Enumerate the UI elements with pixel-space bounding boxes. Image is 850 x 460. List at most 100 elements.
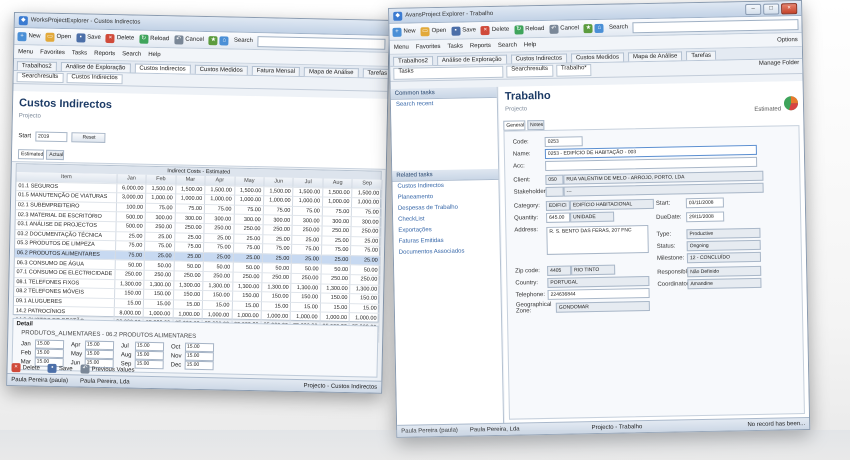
month-value-cell[interactable]: 15.00	[290, 302, 321, 313]
month-value-cell[interactable]: 75.00	[233, 204, 264, 216]
save-button[interactable]: ▪ Save	[451, 26, 476, 36]
responsible-select[interactable]: Não Definido	[687, 265, 762, 278]
tab-mapa[interactable]: Mapa de Análise	[303, 67, 359, 78]
month-value-cell[interactable]: 25.00	[321, 235, 352, 246]
related-task-link[interactable]: Documentos Associados	[394, 246, 500, 259]
month-value-cell[interactable]: 25.00	[291, 254, 322, 265]
month-value-cell[interactable]: 300.00	[263, 215, 293, 226]
country-field[interactable]: PORTUGAL	[547, 275, 650, 288]
save-button[interactable]: ▪ Save	[76, 32, 101, 43]
maximize-button[interactable]: □	[763, 2, 780, 15]
reload-button[interactable]: ↻ Reload	[514, 24, 544, 35]
month-value-cell[interactable]: 15.00	[261, 301, 291, 312]
month-value-cell[interactable]: 250.00	[203, 223, 234, 234]
type-select[interactable]: Productive	[686, 227, 761, 240]
month-value-cell[interactable]: 25.00	[232, 252, 263, 264]
month-value-cell[interactable]: 1,000.00	[261, 311, 291, 322]
month-value-cell[interactable]: 250.00	[350, 274, 380, 285]
month-value-cell[interactable]: 25.00	[203, 252, 234, 263]
tab-custos-medidos[interactable]: Custos Medidos	[194, 64, 248, 75]
month-value-cell[interactable]: 50.00	[232, 262, 263, 273]
reload-button[interactable]: ↻ Reload	[139, 34, 169, 44]
month-value-cell[interactable]: 250.00	[173, 270, 204, 282]
quantity-field[interactable]: 645.00	[546, 212, 571, 223]
month-value-cell[interactable]: 1,000.00	[234, 195, 264, 206]
month-value-cell[interactable]: 1,000.00	[351, 197, 382, 209]
tab-estimated[interactable]: Estimated	[17, 149, 45, 160]
month-value-cell[interactable]: 1,300.00	[143, 279, 174, 291]
month-value-cell[interactable]: 150.00	[349, 293, 380, 304]
month-value-cell[interactable]: 50.00	[321, 264, 351, 275]
month-value-cell[interactable]: 300.00	[174, 213, 205, 224]
month-value-cell[interactable]: 1,500.00	[145, 183, 176, 195]
stakeholder-field[interactable]: ---	[563, 182, 764, 197]
month-value-cell[interactable]: 8,000.00	[113, 307, 144, 319]
month-value-cell[interactable]: 250.00	[292, 225, 323, 236]
month-value-cell[interactable]: 1,300.00	[291, 282, 321, 294]
month-value-cell[interactable]: 6,000.00	[116, 183, 147, 194]
month-value-cell[interactable]: 75.00	[145, 203, 176, 214]
menu-item-search[interactable]: Search	[498, 42, 517, 48]
month-value-cell[interactable]: 1,300.00	[261, 282, 292, 293]
month-value-cell[interactable]: 1,000.00	[175, 194, 205, 205]
month-value-cell[interactable]: 250.00	[233, 224, 264, 235]
tab-fatura[interactable]: Fatura Mensal	[251, 65, 301, 77]
month-value-cell[interactable]: 75.00	[115, 250, 145, 261]
tab-custos-indirectos[interactable]: Custos Indirectos	[510, 53, 568, 64]
milestone-select[interactable]: 12 - CONCLUÍDO	[686, 251, 762, 264]
month-value-cell[interactable]: 1,500.00	[263, 186, 294, 197]
month-value-cell[interactable]: 15.00	[113, 298, 144, 309]
cancel-button[interactable]: ↶ Cancel	[549, 24, 579, 34]
month-value-cell[interactable]: 25.00	[262, 253, 292, 264]
month-value-cell[interactable]: 25.00	[203, 233, 234, 244]
month-value-cell[interactable]: 75.00	[233, 243, 263, 254]
telephone-field[interactable]: 224636844	[547, 287, 650, 300]
month-value-cell[interactable]: 1,300.00	[202, 281, 233, 292]
month-value-cell[interactable]: 1,300.00	[320, 283, 351, 294]
month-value-cell[interactable]: 75.00	[144, 241, 175, 252]
quantity-unit[interactable]: UNIDADE	[570, 211, 615, 223]
month-value-cell[interactable]: 1,000.00	[231, 310, 262, 321]
tab-custos-medidos[interactable]: Custos Medidos	[570, 52, 625, 63]
search-input[interactable]	[257, 35, 386, 50]
month-value-cell[interactable]: 300.00	[292, 215, 323, 226]
month-value-cell[interactable]: 75.00	[263, 205, 293, 216]
month-value-cell[interactable]: 300.00	[233, 214, 264, 225]
open-button[interactable]: ▭ Open	[45, 32, 71, 42]
month-value-cell[interactable]: 75.00	[115, 240, 145, 252]
month-value-cell[interactable]: 15.00	[231, 300, 262, 312]
month-value-cell[interactable]: 25.00	[144, 231, 175, 243]
month-value-cell[interactable]: 25.00	[321, 254, 351, 265]
close-button[interactable]: ×	[781, 2, 798, 14]
month-value-cell[interactable]: 75.00	[174, 203, 205, 214]
nav-icons[interactable]: ★ ⌂	[583, 23, 605, 33]
month-value-cell[interactable]: 1,000.00	[292, 196, 323, 207]
month-value-cell[interactable]: 25.00	[351, 236, 381, 247]
month-value-cell[interactable]: 50.00	[203, 261, 233, 273]
month-value-cell[interactable]: 1,000.00	[145, 193, 176, 204]
menu-item-menu[interactable]: Menu	[394, 44, 409, 50]
tab-analise[interactable]: Análise de Exploração	[436, 54, 507, 66]
month-value-cell[interactable]: 75.00	[262, 243, 293, 255]
month-value-cell[interactable]: 1,000.00	[202, 309, 232, 321]
tab-general[interactable]: General	[503, 120, 526, 131]
month-value-cell[interactable]: 25.00	[262, 234, 293, 245]
month-value-cell[interactable]: 25.00	[350, 255, 381, 266]
month-value-cell[interactable]: 75.00	[174, 242, 204, 253]
zip-code[interactable]: 4405	[547, 265, 572, 276]
detail-delete-button[interactable]: × Delete	[11, 363, 40, 373]
month-value-cell[interactable]: 250.00	[232, 272, 263, 283]
month-value-cell[interactable]: 1,300.00	[350, 284, 380, 295]
month-value-cell[interactable]: 150.00	[143, 289, 174, 300]
month-value-cell[interactable]: 1,500.00	[352, 188, 382, 199]
tab-tarefas[interactable]: Tarefas	[686, 50, 717, 61]
delete-button[interactable]: × Delete	[480, 25, 510, 35]
tab-actual[interactable]: Actual	[46, 149, 65, 161]
month-value-cell[interactable]: 250.00	[262, 224, 293, 235]
month-value-cell[interactable]: 50.00	[350, 264, 381, 276]
month-value-cell[interactable]: 300.00	[322, 216, 352, 227]
month-value-cell[interactable]: 1,000.00	[322, 197, 353, 208]
zip-locality[interactable]: RIO TINTO	[571, 264, 616, 276]
month-value-cell[interactable]: 500.00	[115, 221, 146, 232]
month-value-cell[interactable]: 500.00	[115, 212, 146, 223]
